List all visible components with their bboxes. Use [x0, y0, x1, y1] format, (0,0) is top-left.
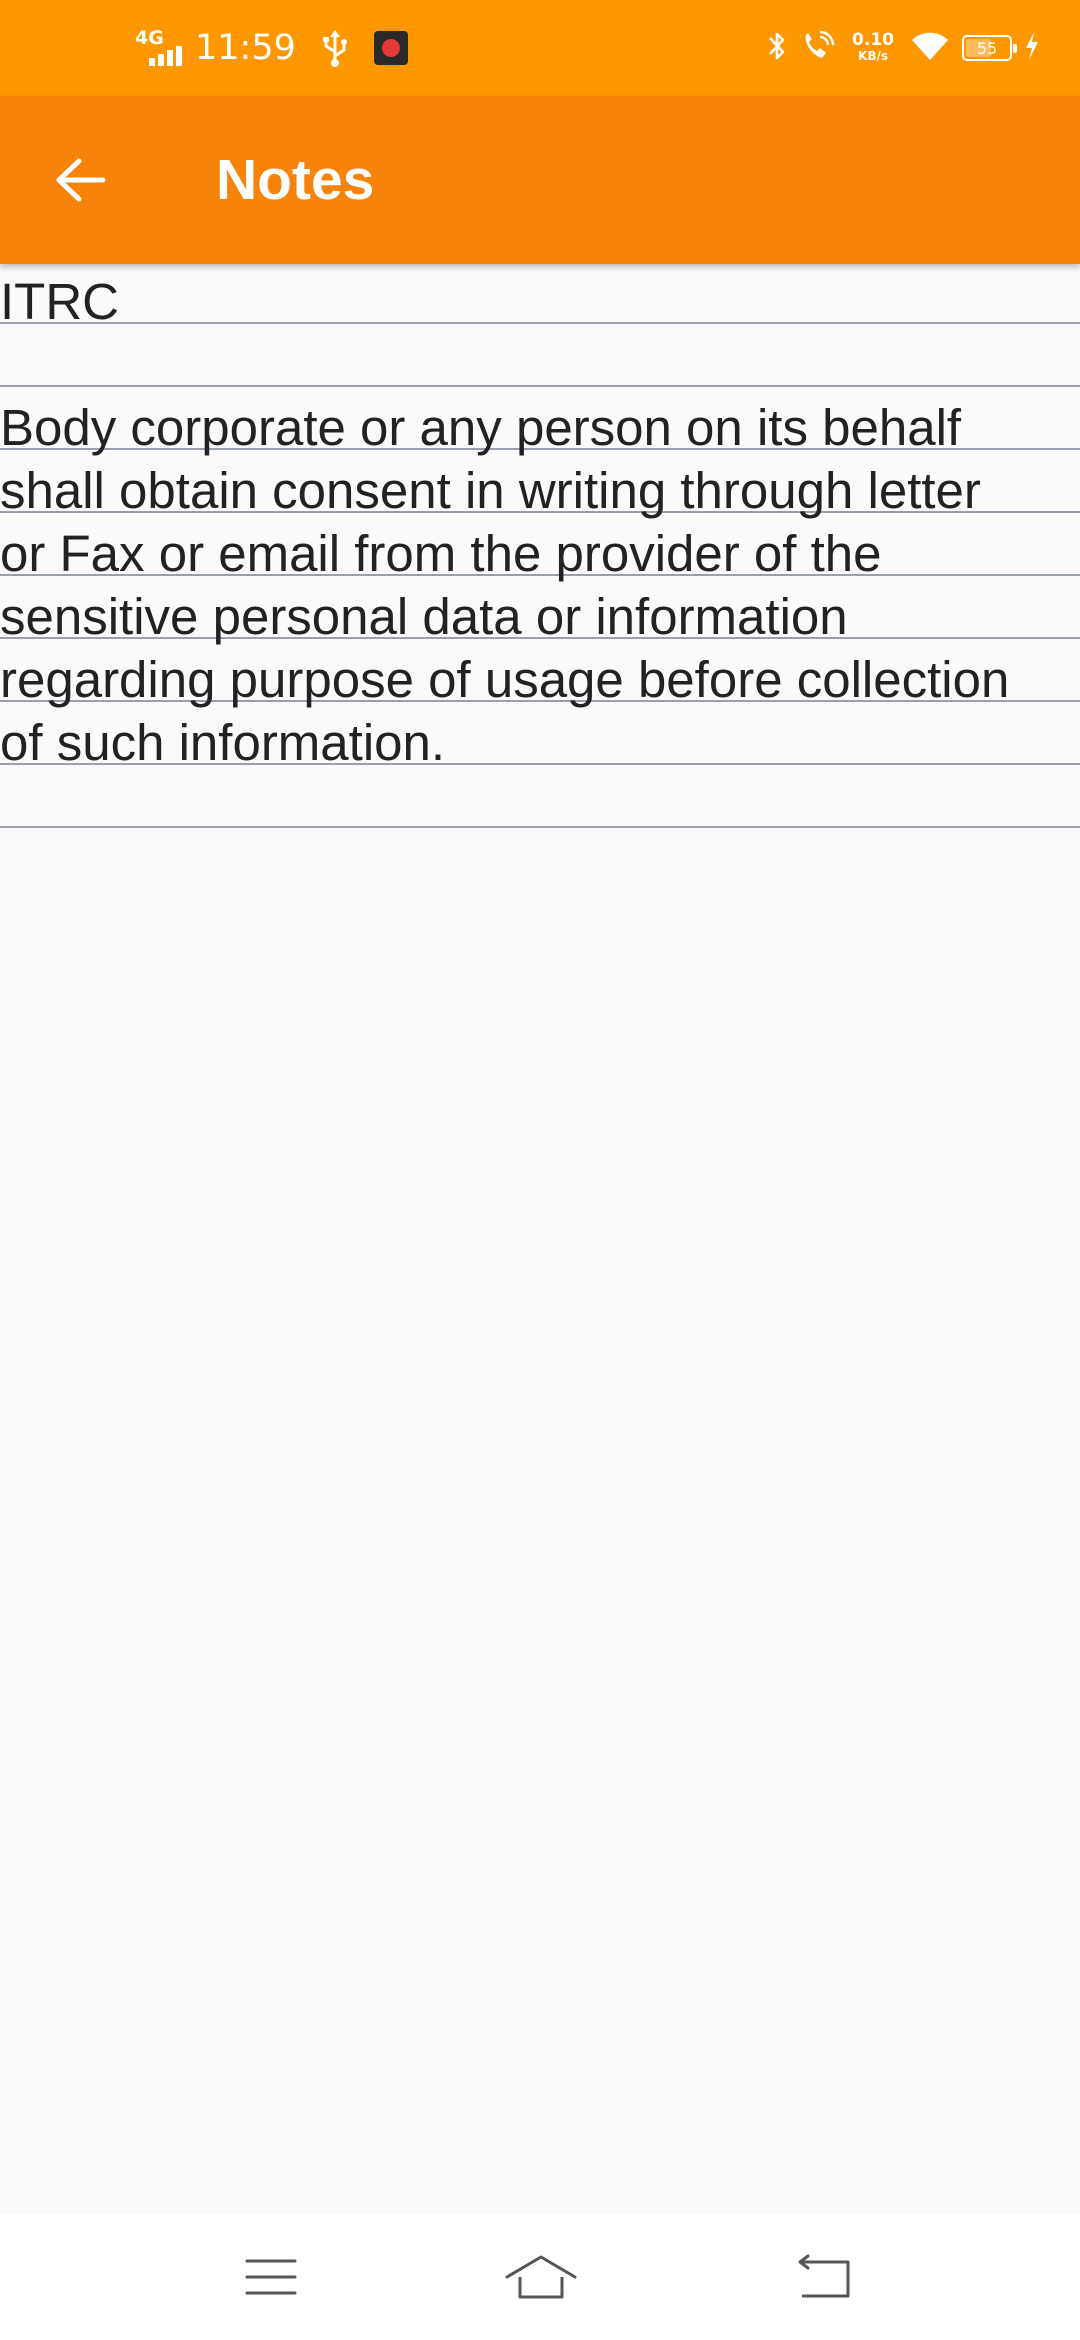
- network-speed: 0.10 KB/s: [852, 32, 894, 64]
- status-bar-right: 0.10 KB/s 55: [766, 0, 1040, 96]
- charging-icon: [1024, 31, 1040, 65]
- system-back-button[interactable]: [774, 2232, 874, 2322]
- navigation-bar: [0, 2214, 1080, 2340]
- network-type-label: 4G: [135, 27, 164, 49]
- ruled-line: [0, 385, 1080, 387]
- status-bar: 4G 11:59 0.10 KB/s 55: [0, 0, 1080, 96]
- menu-button[interactable]: [221, 2232, 321, 2322]
- wifi-calling-icon: [800, 29, 836, 67]
- home-button[interactable]: [491, 2232, 591, 2322]
- battery-percentage: 55: [976, 38, 998, 58]
- bluetooth-icon: [766, 29, 788, 67]
- signal-icon: 4G: [135, 28, 187, 68]
- menu-icon: [245, 2259, 297, 2295]
- app-bar: Notes: [0, 96, 1080, 264]
- status-time: 11:59: [195, 28, 296, 68]
- back-arrow-icon: [56, 158, 106, 202]
- page-title: Notes: [216, 148, 375, 212]
- back-icon: [798, 2254, 850, 2298]
- note-editor[interactable]: ITRC Body corporate or any person on its…: [0, 264, 1080, 2214]
- wifi-icon: [910, 30, 950, 66]
- network-speed-unit: KB/s: [858, 49, 889, 63]
- home-icon: [505, 2255, 577, 2299]
- note-body-field[interactable]: Body corporate or any person on its beha…: [0, 396, 1080, 774]
- status-bar-left: 4G 11:59: [135, 0, 408, 96]
- battery-icon: 55: [962, 35, 1017, 61]
- usb-icon: [320, 28, 350, 68]
- ruled-line: [0, 322, 1080, 324]
- ruled-line: [0, 826, 1080, 828]
- network-speed-value: 0.10: [852, 30, 894, 50]
- app-notification-icon: [373, 31, 408, 65]
- back-button[interactable]: [40, 140, 120, 220]
